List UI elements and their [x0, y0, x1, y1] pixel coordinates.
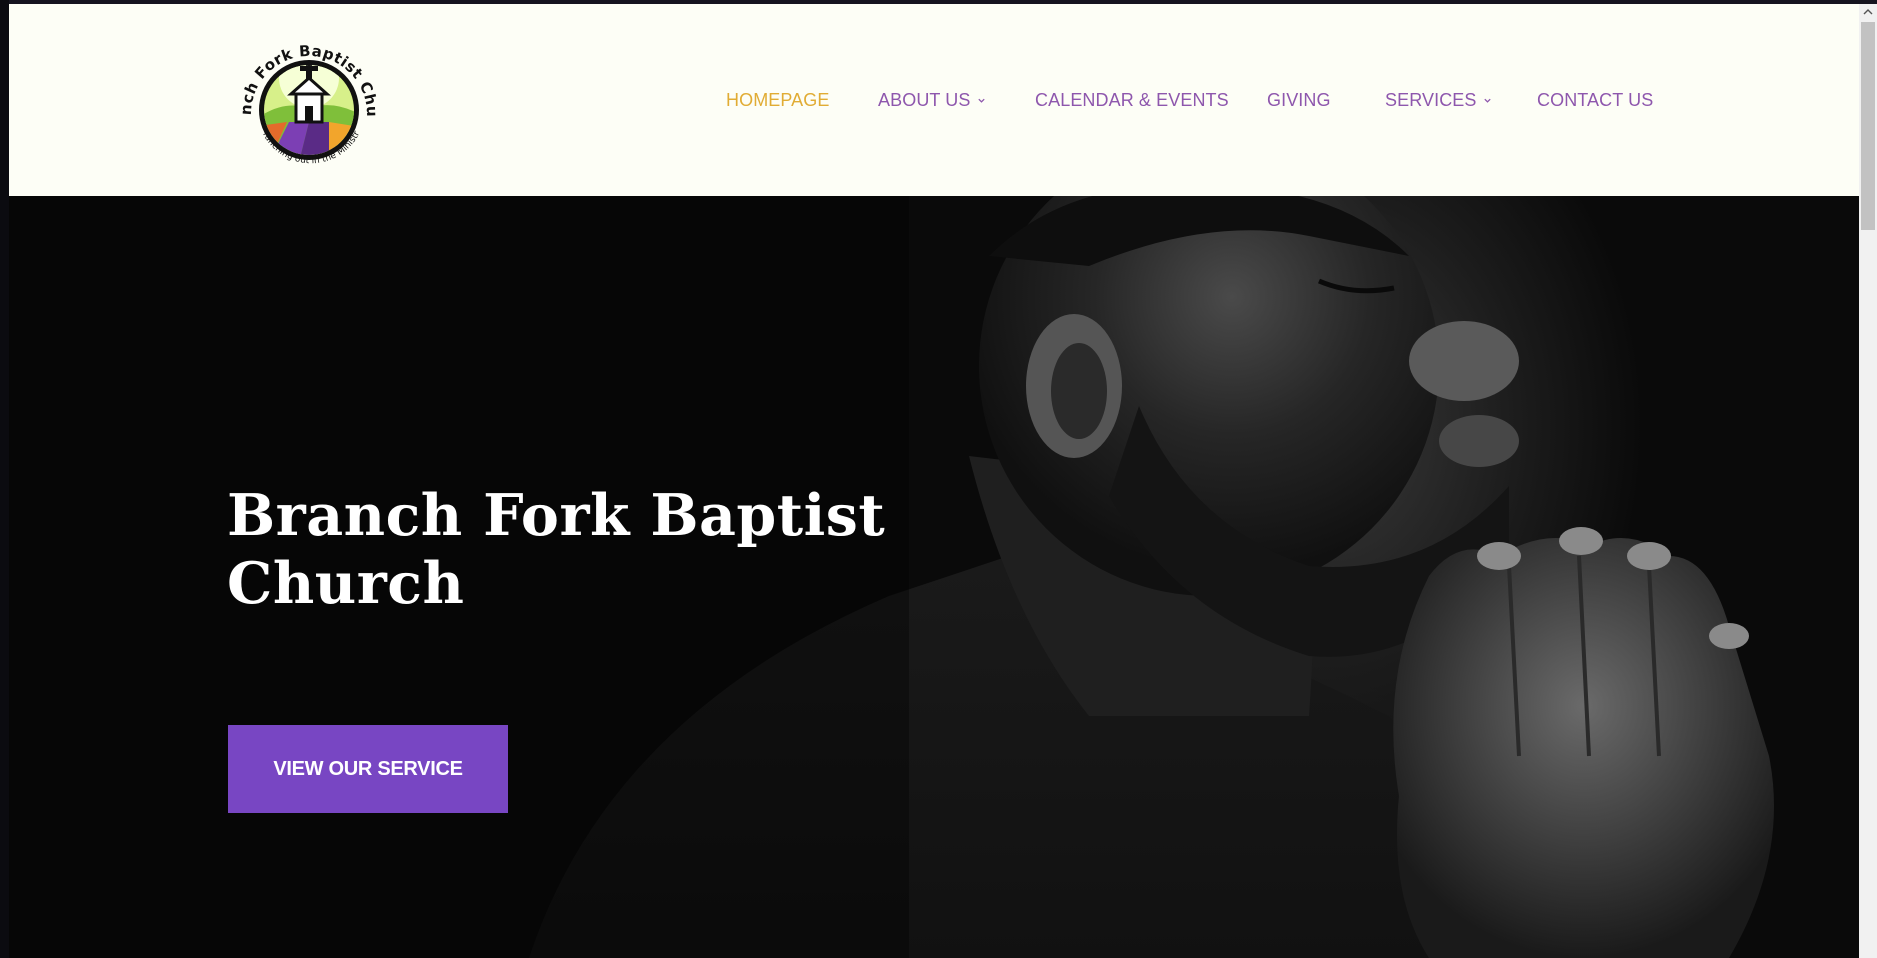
nav-services[interactable]: SERVICES	[1385, 90, 1492, 111]
site-header: Branch Fork Baptist Church Branching out…	[9, 4, 1859, 196]
nav-about-us[interactable]: ABOUT US	[878, 90, 986, 111]
nav-homepage[interactable]: HOMEPAGE	[726, 90, 829, 111]
nav-giving-label: GIVING	[1267, 90, 1331, 110]
nav-calendar-events[interactable]: CALENDAR & EVENTS	[1035, 90, 1229, 111]
scroll-up-button[interactable]	[1859, 4, 1877, 20]
page-scrollbar[interactable]	[1859, 4, 1877, 958]
nav-contact-us-label: CONTACT US	[1537, 90, 1654, 110]
nav-services-label: SERVICES	[1385, 90, 1477, 110]
chevron-down-icon	[977, 98, 985, 103]
nav-contact-us[interactable]: CONTACT US	[1537, 90, 1653, 111]
window-left-edge	[0, 0, 9, 958]
nav-homepage-label: HOMEPAGE	[726, 90, 830, 110]
hero-title: Branch Fork Baptist Church	[227, 482, 886, 618]
scrollbar-thumb[interactable]	[1861, 22, 1875, 230]
nav-about-us-label: ABOUT US	[878, 90, 971, 110]
hero-section: Branch Fork Baptist Church VIEW OUR SERV…	[9, 196, 1859, 958]
view-our-service-button[interactable]: VIEW OUR SERVICE	[228, 725, 508, 813]
main-navigation: HOMEPAGE ABOUT US CALENDAR & EVENTS GIVI…	[9, 4, 1859, 196]
scroll-up-arrow-icon	[1863, 9, 1873, 15]
nav-calendar-events-label: CALENDAR & EVENTS	[1035, 90, 1229, 110]
chevron-down-icon	[1483, 98, 1491, 103]
nav-giving[interactable]: GIVING	[1267, 90, 1331, 111]
